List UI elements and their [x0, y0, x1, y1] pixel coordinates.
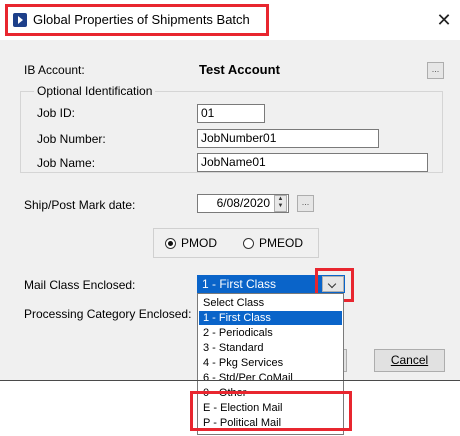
- ship-date-browse-button[interactable]: ...: [297, 195, 314, 212]
- ib-account-value: Test Account: [199, 62, 280, 77]
- dialog-window: Global Properties of Shipments Batch ✕ I…: [0, 0, 460, 435]
- job-id-label: Job ID:: [37, 106, 76, 120]
- dialog-bottom-edge: [0, 380, 460, 381]
- title-bar: Global Properties of Shipments Batch ✕: [0, 0, 460, 40]
- close-icon[interactable]: ✕: [432, 8, 456, 32]
- ship-date-label: Ship/Post Mark date:: [24, 198, 136, 212]
- election-political-highlight-box: [190, 391, 352, 431]
- ib-account-label: IB Account:: [24, 63, 85, 77]
- dropdown-option-selected[interactable]: 1 - First Class: [199, 311, 342, 325]
- spin-arrows-icon[interactable]: ▲ ▼: [274, 195, 287, 212]
- ib-account-browse-button[interactable]: ...: [427, 62, 444, 79]
- mail-class-label: Mail Class Enclosed:: [24, 278, 136, 292]
- dropdown-option[interactable]: 3 - Standard: [199, 341, 342, 355]
- dropdown-option[interactable]: 2 - Periodicals: [199, 326, 342, 340]
- pmod-radio-label[interactable]: PMOD: [181, 236, 217, 250]
- job-name-label: Job Name:: [37, 156, 96, 170]
- pmeod-radio[interactable]: [243, 238, 254, 249]
- processing-category-label: Processing Category Enclosed:: [24, 307, 192, 321]
- dropdown-option[interactable]: Select Class: [199, 296, 342, 310]
- job-name-input[interactable]: JobName01: [197, 153, 428, 172]
- dropdown-option[interactable]: 4 - Pkg Services: [199, 356, 342, 370]
- title-highlight-box: [5, 4, 269, 36]
- job-id-input[interactable]: 01: [197, 104, 265, 123]
- job-number-label: Job Number:: [37, 132, 106, 146]
- pmod-radio[interactable]: [165, 238, 176, 249]
- pmeod-radio-label[interactable]: PMEOD: [259, 236, 303, 250]
- cancel-button-label: Cancel: [390, 353, 429, 367]
- dropdown-option[interactable]: 6 - Std/Per CoMail: [199, 371, 342, 385]
- optional-identification-legend: Optional Identification: [34, 84, 156, 98]
- job-number-input[interactable]: JobNumber01: [197, 129, 379, 148]
- cancel-button[interactable]: Cancel: [374, 349, 445, 372]
